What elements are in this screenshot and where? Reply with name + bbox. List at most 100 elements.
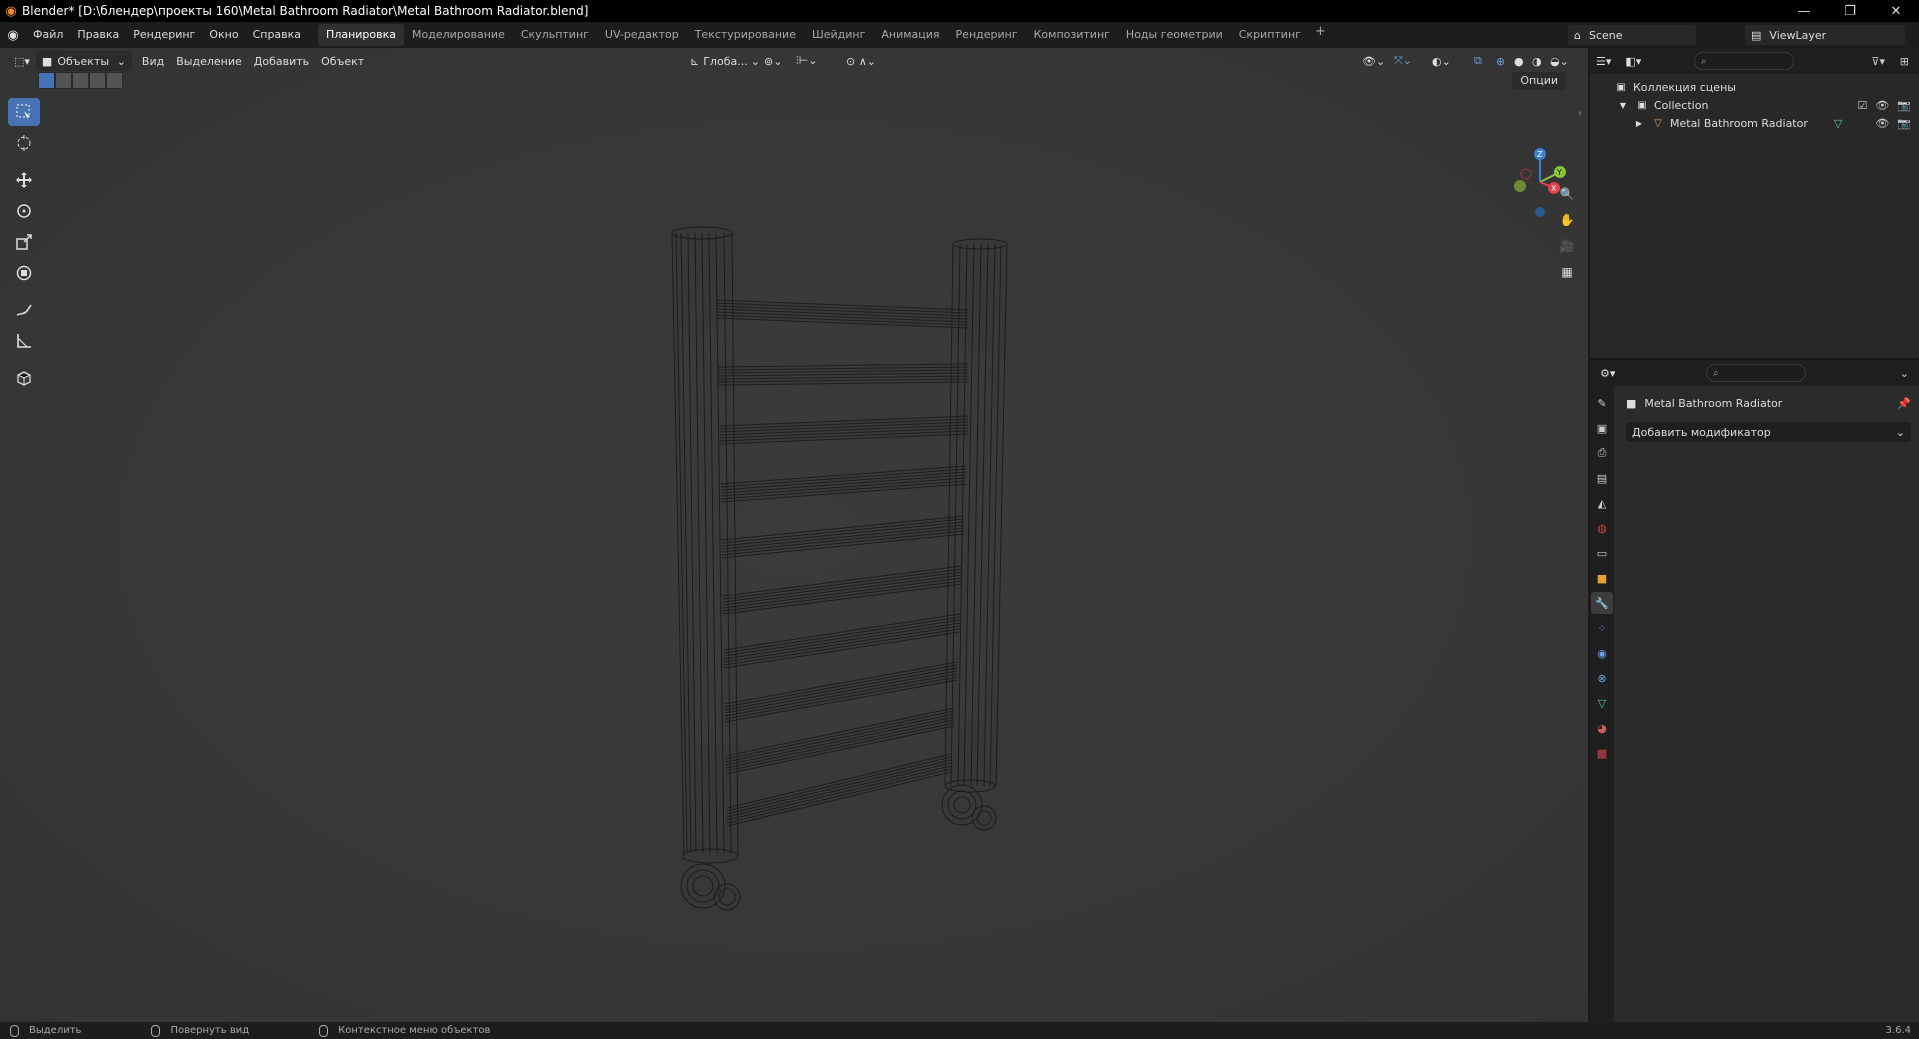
- object-row[interactable]: ▶ ▽ Metal Bathroom Radiator ▽ 👁 📷: [1590, 114, 1919, 132]
- wrench-icon[interactable]: 🔧: [1591, 592, 1613, 614]
- view-layer-selector[interactable]: ▤ ViewLayer: [1745, 25, 1905, 45]
- sidebar-toggle-icon[interactable]: ‹: [1578, 108, 1582, 119]
- texture-icon[interactable]: ▩: [1591, 742, 1613, 764]
- radiator-rung: [720, 465, 967, 503]
- material-icon[interactable]: ◕: [1591, 717, 1613, 739]
- pin-icon[interactable]: 📌: [1897, 397, 1911, 410]
- eye-icon[interactable]: 👁: [1875, 99, 1889, 112]
- mesh-object-icon: ▽: [1654, 117, 1662, 129]
- collection-row[interactable]: ▼ ▣ Collection ☑ 👁 📷: [1590, 96, 1919, 114]
- outliner-header: ☰▾ ◧▾ ⌕ ⊽▾ ⊞: [1590, 48, 1919, 74]
- tab-texture-paint[interactable]: Текстурирование: [687, 24, 804, 46]
- object-name-row: ■ Metal Bathroom Radiator 📌: [1626, 392, 1911, 414]
- output-icon[interactable]: ⎙: [1591, 442, 1613, 464]
- outliner-panel: ☰▾ ◧▾ ⌕ ⊽▾ ⊞ ▣ Коллекция сцены ▼ ▣ Colle…: [1589, 48, 1919, 358]
- world-icon[interactable]: ◍: [1591, 517, 1613, 539]
- camera-render-icon[interactable]: 📷: [1897, 117, 1911, 130]
- chevron-down-icon[interactable]: ⌄: [1900, 367, 1909, 380]
- exclude-checkbox-icon[interactable]: ☑: [1857, 99, 1867, 112]
- mesh-data-icon[interactable]: ▽: [1591, 692, 1613, 714]
- tab-uv-editing[interactable]: UV-редактор: [597, 24, 687, 46]
- radiator-rung: [715, 299, 969, 329]
- tab-geometry-nodes[interactable]: Ноды геометрии: [1118, 24, 1231, 46]
- tab-modeling[interactable]: Моделирование: [404, 24, 513, 46]
- radiator-rung: [724, 661, 958, 723]
- radiator-rung: [726, 753, 952, 827]
- scene-name: Scene: [1588, 28, 1623, 42]
- version-label: 3.6.4: [1885, 1025, 1911, 1036]
- menu-edit[interactable]: Правка: [70, 24, 126, 46]
- view-layer-icon: ▤: [1751, 28, 1762, 42]
- tab-layout[interactable]: Планировка: [318, 24, 405, 46]
- outliner-search[interactable]: ⌕: [1694, 52, 1794, 70]
- object-name: Metal Bathroom Radiator: [1644, 396, 1783, 410]
- add-modifier-dropdown[interactable]: Добавить модификатор ⌄: [1626, 422, 1911, 442]
- object-icon[interactable]: ■: [1591, 567, 1613, 589]
- properties-editor-icon[interactable]: ⚙▾: [1600, 367, 1615, 380]
- outliner-editor-icon[interactable]: ☰▾: [1596, 55, 1611, 68]
- radiator-rung: [717, 363, 969, 386]
- particles-icon[interactable]: ⁘: [1591, 617, 1613, 639]
- tab-rendering[interactable]: Рендеринг: [948, 24, 1026, 46]
- constraints-icon[interactable]: ⊗: [1591, 667, 1613, 689]
- tab-compositing[interactable]: Композитинг: [1026, 24, 1118, 46]
- properties-tabs: ✎ ▣ ⎙ ▤ ◭ ◍ ▭ ■ 🔧 ⁘ ◉ ⊗ ▽ ◕ ▩: [1590, 386, 1614, 1023]
- add-modifier-label: Добавить модификатор: [1632, 425, 1771, 439]
- mouse-right-icon: [319, 1024, 329, 1037]
- physics-icon[interactable]: ◉: [1591, 642, 1613, 664]
- filter-icon[interactable]: ⊽▾: [1871, 55, 1885, 68]
- workspace-tabs: Планировка Моделирование Скульптинг UV-р…: [318, 24, 1332, 46]
- radiator-rung: [719, 415, 969, 445]
- tab-animation[interactable]: Анимация: [873, 24, 947, 46]
- svg-text:Z: Z: [1537, 150, 1543, 159]
- render-icon[interactable]: ▣: [1591, 417, 1613, 439]
- tab-scripting[interactable]: Скриптинг: [1231, 24, 1309, 46]
- menu-window[interactable]: Окно: [202, 24, 245, 46]
- modifier-properties: ■ Metal Bathroom Radiator 📌 Добавить мод…: [1618, 386, 1919, 1022]
- status-select-label: Выделить: [29, 1025, 82, 1036]
- view-layer-icon[interactable]: ▤: [1591, 467, 1613, 489]
- perspective-grid-icon[interactable]: ▦: [1556, 261, 1578, 283]
- object-label: Metal Bathroom Radiator: [1670, 116, 1808, 130]
- display-mode-icon[interactable]: ◧▾: [1625, 55, 1641, 68]
- camera-render-icon[interactable]: 📷: [1897, 99, 1911, 112]
- scene-collection-label: Коллекция сцены: [1633, 80, 1736, 94]
- status-context-label: Контекстное меню объектов: [338, 1025, 491, 1036]
- svg-text:Y: Y: [1556, 168, 1562, 177]
- close-icon[interactable]: ✕: [1873, 0, 1919, 22]
- scene-collection-row[interactable]: ▣ Коллекция сцены: [1590, 78, 1919, 96]
- minimize-icon[interactable]: —: [1781, 0, 1827, 22]
- mesh-data-icon[interactable]: ▽: [1834, 117, 1842, 130]
- chevron-right-icon[interactable]: ▶: [1632, 117, 1646, 129]
- menu-render[interactable]: Рендеринг: [126, 24, 202, 46]
- properties-header: ⚙▾ ⌕ ⌄: [1590, 360, 1919, 386]
- 3d-viewport[interactable]: ⬚▾ ■ Объекты ⌄ Вид Выделение Добавить Об…: [0, 48, 1588, 1022]
- status-context-menu: Контекстное меню объектов: [319, 1024, 491, 1037]
- tab-shading[interactable]: Шейдинг: [804, 24, 873, 46]
- tab-sculpting[interactable]: Скульптинг: [513, 24, 597, 46]
- blender-menu-icon[interactable]: ◉: [0, 28, 26, 43]
- chevron-down-icon[interactable]: ▼: [1616, 99, 1630, 111]
- radiator-rung: [721, 515, 965, 559]
- radiator-wireframe[interactable]: [0, 48, 1588, 1022]
- scene-icon[interactable]: ◭: [1591, 492, 1613, 514]
- collection-icon[interactable]: ▭: [1591, 542, 1613, 564]
- eye-icon[interactable]: 👁: [1875, 117, 1889, 130]
- restore-icon[interactable]: ❐: [1827, 0, 1873, 22]
- properties-search[interactable]: ⌕: [1706, 364, 1806, 382]
- radiator-rung: [723, 613, 961, 669]
- menu-file[interactable]: Файл: [26, 24, 70, 46]
- top-bar: ◉ Файл Правка Рендеринг Окно Справка Пла…: [0, 22, 1919, 48]
- camera-view-icon[interactable]: 🎥: [1556, 235, 1578, 257]
- add-workspace-button[interactable]: +: [1309, 24, 1332, 46]
- zoom-icon[interactable]: 🔍: [1556, 183, 1578, 205]
- menu-help[interactable]: Справка: [246, 24, 308, 46]
- properties-panel: ⚙▾ ⌕ ⌄ ✎ ▣ ⎙ ▤ ◭ ◍ ▭ ■ 🔧 ⁘ ◉ ⊗ ▽ ◕ ▩ ■ M…: [1589, 359, 1919, 1023]
- tool-icon[interactable]: ✎: [1591, 392, 1613, 414]
- new-collection-icon[interactable]: ⊞: [1900, 55, 1909, 68]
- radiator-rung: [722, 565, 963, 615]
- collection-icon: ▣: [1637, 99, 1647, 111]
- scene-selector[interactable]: ⌂ Scene: [1568, 25, 1696, 45]
- pan-hand-icon[interactable]: ✋: [1556, 209, 1578, 231]
- mouse-middle-icon: [151, 1024, 161, 1037]
